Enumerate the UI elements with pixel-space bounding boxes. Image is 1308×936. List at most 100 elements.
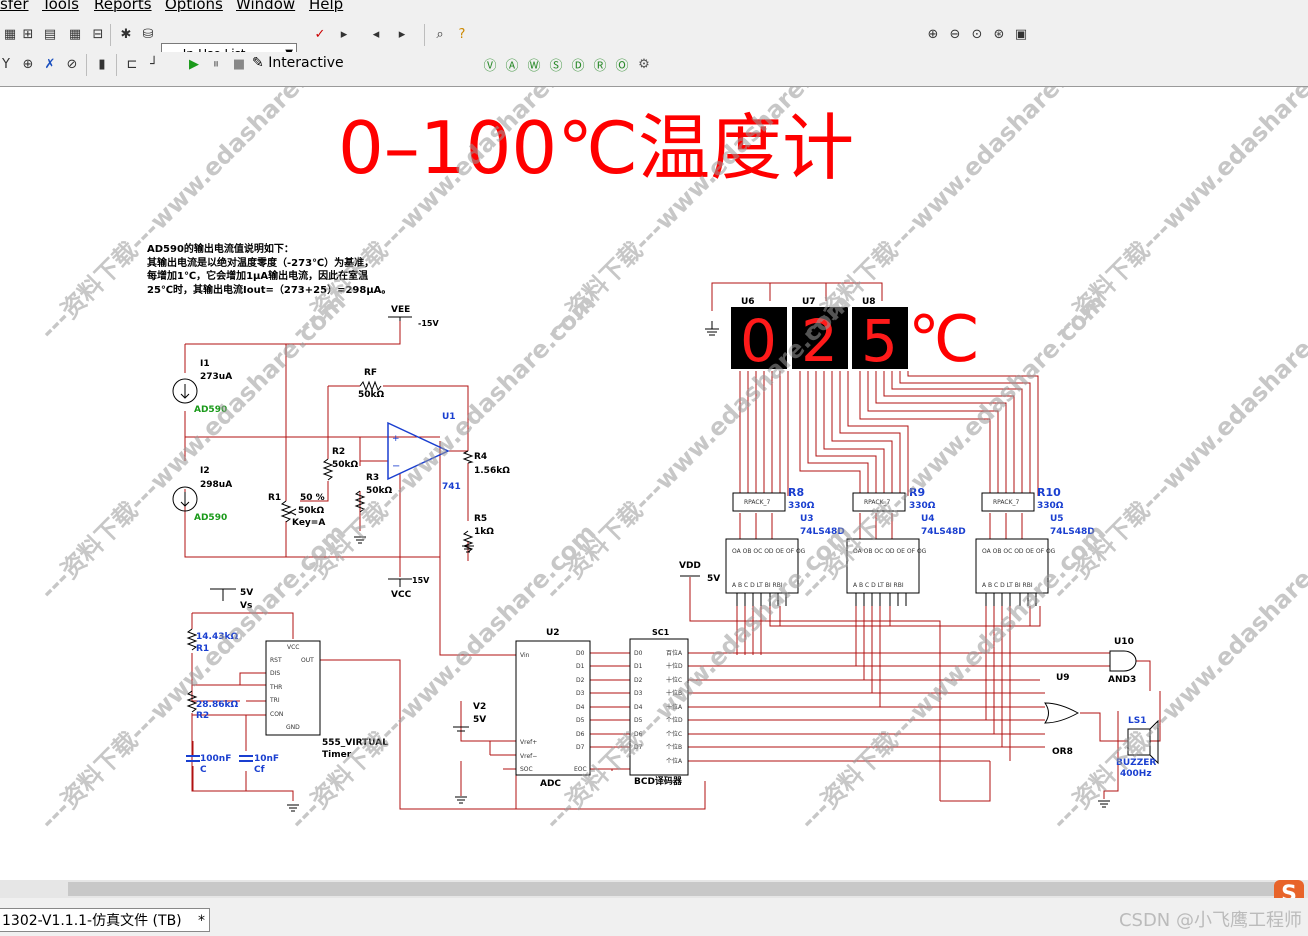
document-tab-label: 1302-V1.1.1-仿真文件 (TB) xyxy=(2,913,182,929)
svg-text:R10: R10 xyxy=(1037,486,1061,499)
menu-reports[interactable]: Reports xyxy=(94,0,152,13)
settings-icon[interactable]: ⚙ xyxy=(634,54,654,74)
svg-text:I2: I2 xyxy=(200,466,210,476)
svg-text:50kΩ: 50kΩ xyxy=(298,506,325,516)
svg-text:V2: V2 xyxy=(473,702,486,712)
and-gate-u10[interactable] xyxy=(1109,650,1137,672)
svg-text:RPACK_7: RPACK_7 xyxy=(744,499,771,506)
svg-text:DIS: DIS xyxy=(270,670,280,677)
svg-text:A B C D LT BI RBI: A B C D LT BI RBI xyxy=(853,582,904,589)
component-icon[interactable]: ✱ xyxy=(116,24,136,44)
help-icon[interactable]: ? xyxy=(452,24,472,44)
svg-text:百位A: 百位A xyxy=(666,649,683,657)
svg-text:100nF: 100nF xyxy=(200,754,231,764)
schematic-canvas[interactable]: 0–100℃温度计 AD590的输出电流值说明如下： 其输出电流是以绝对温度零度… xyxy=(0,28,1308,881)
zoom-area-icon[interactable]: ⊙ xyxy=(967,24,987,44)
toolbar-row-2: Y ⊕ ✗ ⊘ ▮ ⊏ ┘ ▶ ⏸ ■ ✎ Interactive Ⓥ Ⓐ Ⓦ … xyxy=(0,52,1308,80)
svg-text:50 %: 50 % xyxy=(300,493,325,503)
svg-text:D5: D5 xyxy=(576,717,585,724)
svg-text:GND: GND xyxy=(286,724,300,731)
menu-help[interactable]: Help xyxy=(309,0,343,13)
svg-text:330Ω: 330Ω xyxy=(1037,501,1064,511)
bulb-icon[interactable]: ⊘ xyxy=(62,54,82,74)
document-tab[interactable]: 1302-V1.1.1-仿真文件 (TB) * xyxy=(0,908,210,932)
table-icon[interactable]: ⊞ xyxy=(18,24,38,44)
transfer-icon[interactable]: ▸ xyxy=(392,24,412,44)
svg-text:R8: R8 xyxy=(788,486,804,499)
target-icon[interactable]: ⊕ xyxy=(18,54,38,74)
instrument-icon[interactable]: Ⓞ xyxy=(612,54,632,74)
resistor-r2[interactable] xyxy=(322,458,334,481)
svg-text:Key=A: Key=A xyxy=(292,518,325,528)
svg-text:RF: RF xyxy=(364,368,377,378)
capacitor-cf[interactable] xyxy=(239,755,253,762)
interactive-label: Interactive xyxy=(268,55,344,71)
interactive-mode-button[interactable]: ✎ Interactive xyxy=(252,55,344,71)
instrument-icon[interactable]: Ⓢ xyxy=(546,54,566,74)
svg-text:OUT: OUT xyxy=(301,657,314,664)
svg-text:R1: R1 xyxy=(268,493,281,503)
database-icon[interactable]: ⛁ xyxy=(138,24,158,44)
toolbar-separator xyxy=(86,54,87,76)
resistor-rf[interactable] xyxy=(359,380,382,392)
svg-text:1.56kΩ: 1.56kΩ xyxy=(474,466,510,476)
zoom-in-icon[interactable]: ⊕ xyxy=(923,24,943,44)
resistor-timer-r1[interactable] xyxy=(186,628,198,651)
menu-window[interactable]: Window xyxy=(236,0,295,13)
svg-text:D2: D2 xyxy=(576,677,585,684)
instrument-icon[interactable]: Ⓥ xyxy=(480,54,500,74)
horizontal-scrollbar[interactable] xyxy=(0,880,1308,898)
menu-transfer[interactable]: sfer xyxy=(0,0,29,13)
svg-text:298uA: 298uA xyxy=(200,480,232,490)
stop-icon[interactable]: ■ xyxy=(229,54,249,74)
bus-icon[interactable]: ⊏ xyxy=(122,54,142,74)
grid-icon[interactable]: ▦ xyxy=(0,24,20,44)
svg-text:15V: 15V xyxy=(412,576,430,585)
ratsnest-icon[interactable]: ✗ xyxy=(40,54,60,74)
toolbar-separator xyxy=(110,24,111,46)
zoom-out-icon[interactable]: ⊖ xyxy=(945,24,965,44)
svg-text:+: + xyxy=(392,434,400,444)
hierarchy-icon[interactable]: ⊟ xyxy=(88,24,108,44)
svg-text:Vref−: Vref− xyxy=(520,753,537,760)
netlist-icon[interactable]: ▮ xyxy=(92,54,112,74)
find-icon[interactable]: ⌕ xyxy=(430,24,450,44)
note-line: AD590的输出电流值说明如下： xyxy=(147,242,294,255)
forward-annotate-icon[interactable]: ▸ xyxy=(334,24,354,44)
erc-icon[interactable]: ✓ xyxy=(310,24,330,44)
full-screen-icon[interactable]: ▣ xyxy=(1011,24,1031,44)
svg-text:U4: U4 xyxy=(921,514,935,524)
svg-text:OA OB OC OD OE OF OG: OA OB OC OD OE OF OG xyxy=(732,548,806,555)
capacitor-c[interactable] xyxy=(186,755,200,762)
run-icon[interactable]: ▶ xyxy=(184,54,204,74)
svg-text:个位A: 个位A xyxy=(666,757,683,765)
display-unit: ℃ xyxy=(908,303,980,377)
probe-icon[interactable]: Y xyxy=(0,54,16,74)
svg-text:R5: R5 xyxy=(474,514,487,524)
instrument-icon[interactable]: Ⓓ xyxy=(568,54,588,74)
instrument-icon[interactable]: Ⓦ xyxy=(524,54,544,74)
back-annotate-icon[interactable]: ◂ xyxy=(366,24,386,44)
scrollbar-thumb[interactable] xyxy=(68,882,1288,896)
instrument-icon[interactable]: Ⓡ xyxy=(590,54,610,74)
svg-text:D0: D0 xyxy=(576,650,585,657)
svg-text:50kΩ: 50kΩ xyxy=(358,390,385,400)
resistor-r4[interactable] xyxy=(462,450,474,464)
wire-icon[interactable]: ┘ xyxy=(144,54,164,74)
menu-options[interactable]: Options xyxy=(165,0,223,13)
pause-icon[interactable]: ⏸ xyxy=(206,54,226,74)
instrument-icon[interactable]: Ⓐ xyxy=(502,54,522,74)
zoom-fit-icon[interactable]: ⊛ xyxy=(989,24,1009,44)
svg-text:SOC: SOC xyxy=(520,766,533,773)
svg-text:D2: D2 xyxy=(634,677,643,684)
menu-tools[interactable]: Tools xyxy=(42,0,79,13)
svg-text:AD590: AD590 xyxy=(194,513,227,523)
chart-icon[interactable]: ▤ xyxy=(40,24,60,44)
svg-text:D3: D3 xyxy=(634,690,643,697)
svg-text:D1: D1 xyxy=(576,663,585,670)
svg-text:D6: D6 xyxy=(576,731,585,738)
calculator-icon[interactable]: ▦ xyxy=(65,24,85,44)
toolbar-separator xyxy=(424,24,425,46)
or-gate-u9[interactable] xyxy=(1044,702,1080,724)
potentiometer-r1[interactable] xyxy=(280,500,292,523)
